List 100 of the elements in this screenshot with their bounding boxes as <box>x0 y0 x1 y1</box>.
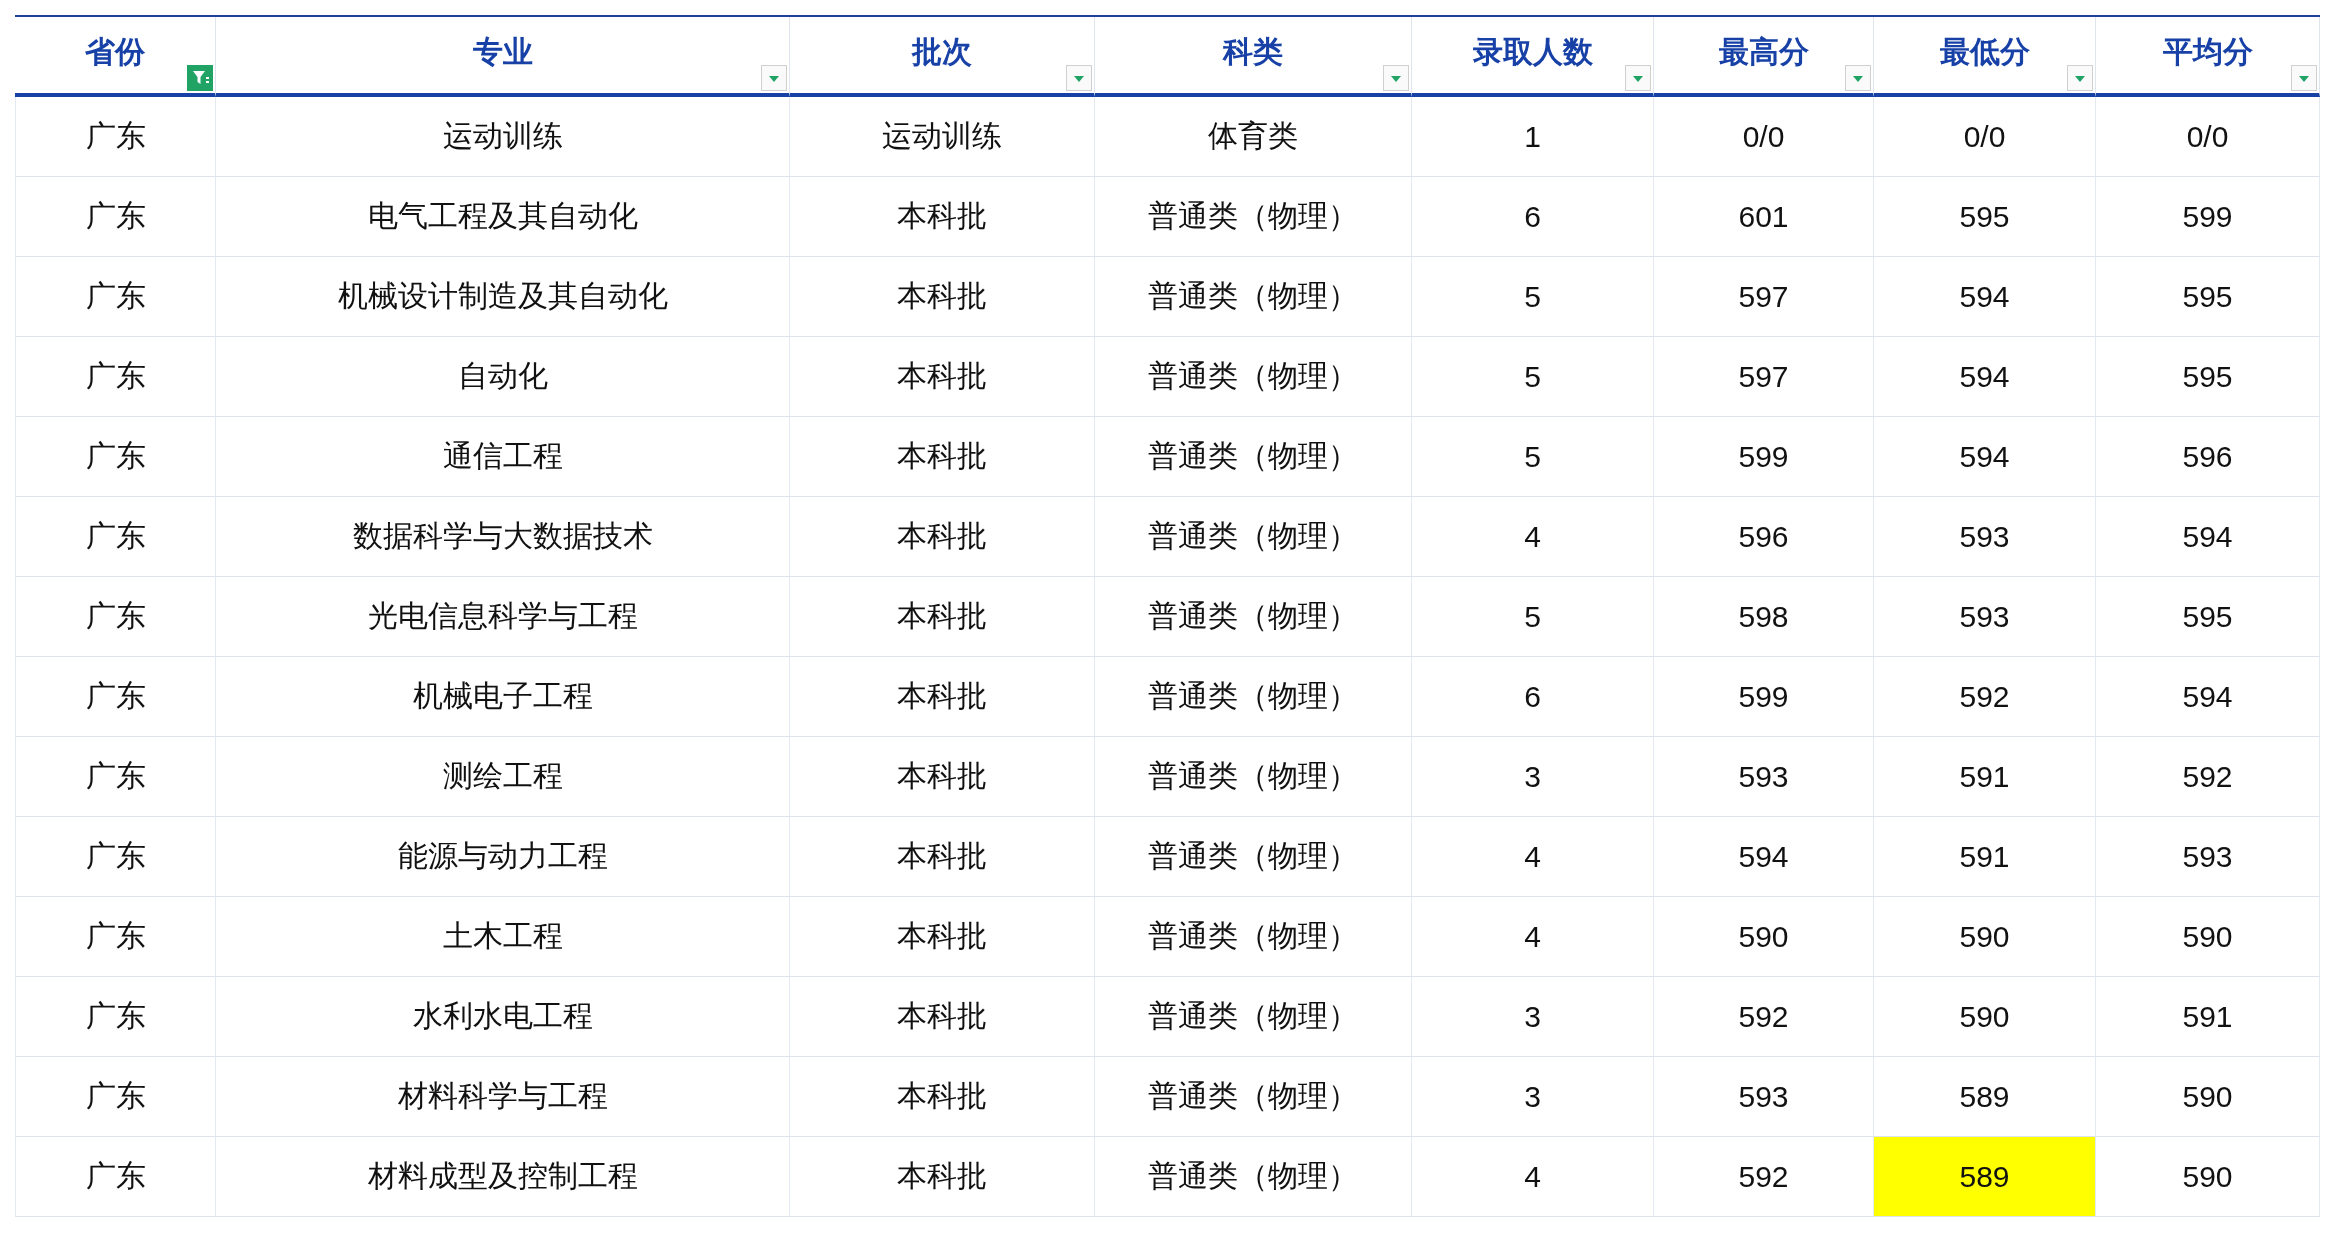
table-cell: 广东 <box>15 97 216 177</box>
column-header: 批次 <box>790 17 1095 97</box>
table-cell: 广东 <box>15 497 216 577</box>
table-cell: 普通类（物理） <box>1095 1137 1412 1217</box>
table-cell: 普通类（物理） <box>1095 577 1412 657</box>
table-cell: 本科批 <box>790 817 1095 897</box>
table-cell: 0/0 <box>1654 97 1874 177</box>
table-cell: 590 <box>2096 1137 2320 1217</box>
table-cell: 3 <box>1412 977 1654 1057</box>
table-cell: 593 <box>1654 1057 1874 1137</box>
table-cell: 本科批 <box>790 737 1095 817</box>
table-cell: 材料科学与工程 <box>216 1057 790 1137</box>
table-cell: 本科批 <box>790 257 1095 337</box>
table-cell: 591 <box>2096 977 2320 1057</box>
table-cell: 广东 <box>15 177 216 257</box>
table-cell: 材料成型及控制工程 <box>216 1137 790 1217</box>
table-cell: 4 <box>1412 1137 1654 1217</box>
table-cell: 593 <box>1874 497 2096 577</box>
table-cell: 4 <box>1412 817 1654 897</box>
table-cell: 5 <box>1412 417 1654 497</box>
table-cell: 广东 <box>15 417 216 497</box>
table-cell: 本科批 <box>790 1137 1095 1217</box>
table-cell: 595 <box>1874 177 2096 257</box>
table-cell: 广东 <box>15 737 216 817</box>
table-cell: 591 <box>1874 817 2096 897</box>
table-cell: 测绘工程 <box>216 737 790 817</box>
table-cell: 普通类（物理） <box>1095 1057 1412 1137</box>
table-cell: 光电信息科学与工程 <box>216 577 790 657</box>
table-cell: 数据科学与大数据技术 <box>216 497 790 577</box>
table-cell: 4 <box>1412 497 1654 577</box>
table-cell: 自动化 <box>216 337 790 417</box>
table-cell: 6 <box>1412 177 1654 257</box>
table-cell: 596 <box>1654 497 1874 577</box>
table-cell: 运动训练 <box>216 97 790 177</box>
table-cell: 594 <box>1874 337 2096 417</box>
table-cell: 5 <box>1412 577 1654 657</box>
table-cell: 普通类（物理） <box>1095 657 1412 737</box>
table-cell: 594 <box>1654 817 1874 897</box>
table-cell: 601 <box>1654 177 1874 257</box>
dropdown-icon[interactable] <box>1845 65 1871 91</box>
table-cell: 3 <box>1412 737 1654 817</box>
dropdown-icon[interactable] <box>1066 65 1092 91</box>
dropdown-icon[interactable] <box>1625 65 1651 91</box>
table-cell: 593 <box>1654 737 1874 817</box>
table-cell: 593 <box>1874 577 2096 657</box>
table-cell: 596 <box>2096 417 2320 497</box>
table-cell: 本科批 <box>790 497 1095 577</box>
table-cell: 水利水电工程 <box>216 977 790 1057</box>
table-cell: 597 <box>1654 257 1874 337</box>
column-header: 专业 <box>216 17 790 97</box>
table-cell: 593 <box>2096 817 2320 897</box>
table-cell: 598 <box>1654 577 1874 657</box>
table-cell: 本科批 <box>790 577 1095 657</box>
table-cell: 590 <box>1874 897 2096 977</box>
table-cell: 592 <box>1654 977 1874 1057</box>
table-cell: 广东 <box>15 577 216 657</box>
table-cell: 599 <box>1654 657 1874 737</box>
table-cell: 广东 <box>15 1137 216 1217</box>
dropdown-icon[interactable] <box>1383 65 1409 91</box>
table-cell: 589 <box>1874 1137 2096 1217</box>
table-cell: 普通类（物理） <box>1095 817 1412 897</box>
dropdown-icon[interactable] <box>2067 65 2093 91</box>
table-cell: 599 <box>2096 177 2320 257</box>
column-header: 录取人数 <box>1412 17 1654 97</box>
table-cell: 体育类 <box>1095 97 1412 177</box>
table-cell: 5 <box>1412 337 1654 417</box>
table-cell: 普通类（物理） <box>1095 497 1412 577</box>
table-cell: 广东 <box>15 337 216 417</box>
table-cell: 599 <box>1654 417 1874 497</box>
table-cell: 普通类（物理） <box>1095 737 1412 817</box>
table-cell: 普通类（物理） <box>1095 977 1412 1057</box>
table-cell: 通信工程 <box>216 417 790 497</box>
table-cell: 广东 <box>15 257 216 337</box>
table-cell: 机械设计制造及其自动化 <box>216 257 790 337</box>
table-cell: 1 <box>1412 97 1654 177</box>
table-cell: 592 <box>2096 737 2320 817</box>
table-cell: 普通类（物理） <box>1095 897 1412 977</box>
column-header: 最低分 <box>1874 17 2096 97</box>
table-cell: 0/0 <box>2096 97 2320 177</box>
table-cell: 本科批 <box>790 337 1095 417</box>
table-cell: 597 <box>1654 337 1874 417</box>
table-cell: 广东 <box>15 977 216 1057</box>
table-cell: 594 <box>1874 257 2096 337</box>
table-cell: 本科批 <box>790 417 1095 497</box>
table-cell: 本科批 <box>790 897 1095 977</box>
table-cell: 4 <box>1412 897 1654 977</box>
dropdown-icon[interactable] <box>761 65 787 91</box>
table-cell: 594 <box>2096 657 2320 737</box>
table-cell: 0/0 <box>1874 97 2096 177</box>
column-header: 平均分 <box>2096 17 2320 97</box>
table-cell: 590 <box>1874 977 2096 1057</box>
table-cell: 运动训练 <box>790 97 1095 177</box>
table-cell: 6 <box>1412 657 1654 737</box>
column-header: 最高分 <box>1654 17 1874 97</box>
column-header: 省份 <box>15 17 216 97</box>
table-cell: 普通类（物理） <box>1095 177 1412 257</box>
filter-icon[interactable] <box>187 65 213 91</box>
table-cell: 本科批 <box>790 977 1095 1057</box>
table-cell: 广东 <box>15 1057 216 1137</box>
dropdown-icon[interactable] <box>2291 65 2317 91</box>
